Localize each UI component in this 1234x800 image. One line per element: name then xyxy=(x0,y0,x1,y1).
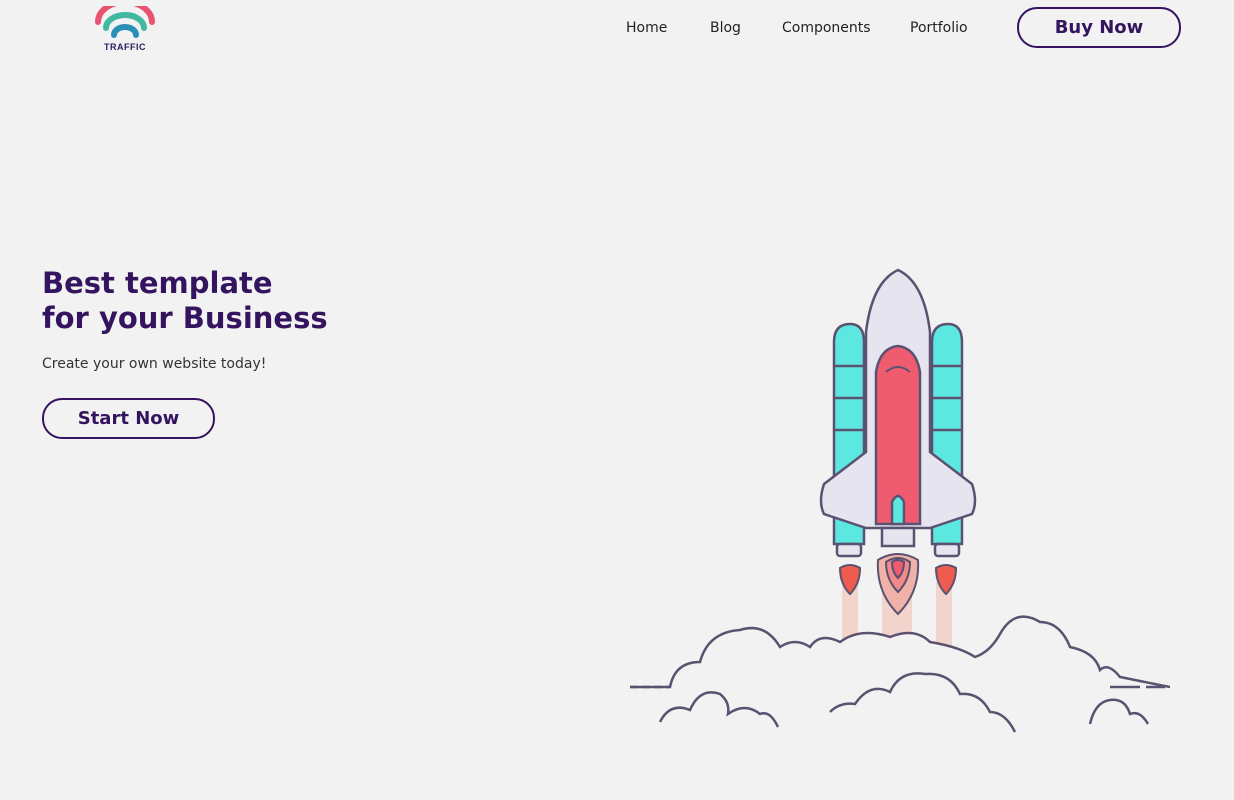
hero-title: Best template for your Business xyxy=(42,266,462,336)
hero-title-line-1: Best template xyxy=(42,266,273,300)
nav-item-components[interactable]: Components xyxy=(782,20,871,36)
buy-now-button[interactable]: Buy Now xyxy=(1017,7,1181,48)
traffic-rainbow-logo-icon xyxy=(95,6,155,38)
smoke-clouds xyxy=(630,615,1170,733)
hero-subtitle: Create your own website today! xyxy=(42,356,267,372)
logo-text: TRAFFIC xyxy=(104,42,146,52)
hero-title-line-2: for your Business xyxy=(42,301,328,335)
brand-logo[interactable]: TRAFFIC xyxy=(95,6,155,56)
nav-item-blog[interactable]: Blog xyxy=(710,20,741,36)
nav-item-home[interactable]: Home xyxy=(626,20,667,36)
nav-item-portfolio[interactable]: Portfolio xyxy=(910,20,968,36)
landing-page: TRAFFIC Home Blog Components Portfolio B… xyxy=(0,0,1234,800)
rocket-launch-icon xyxy=(630,268,1170,733)
start-now-button[interactable]: Start Now xyxy=(42,398,215,439)
